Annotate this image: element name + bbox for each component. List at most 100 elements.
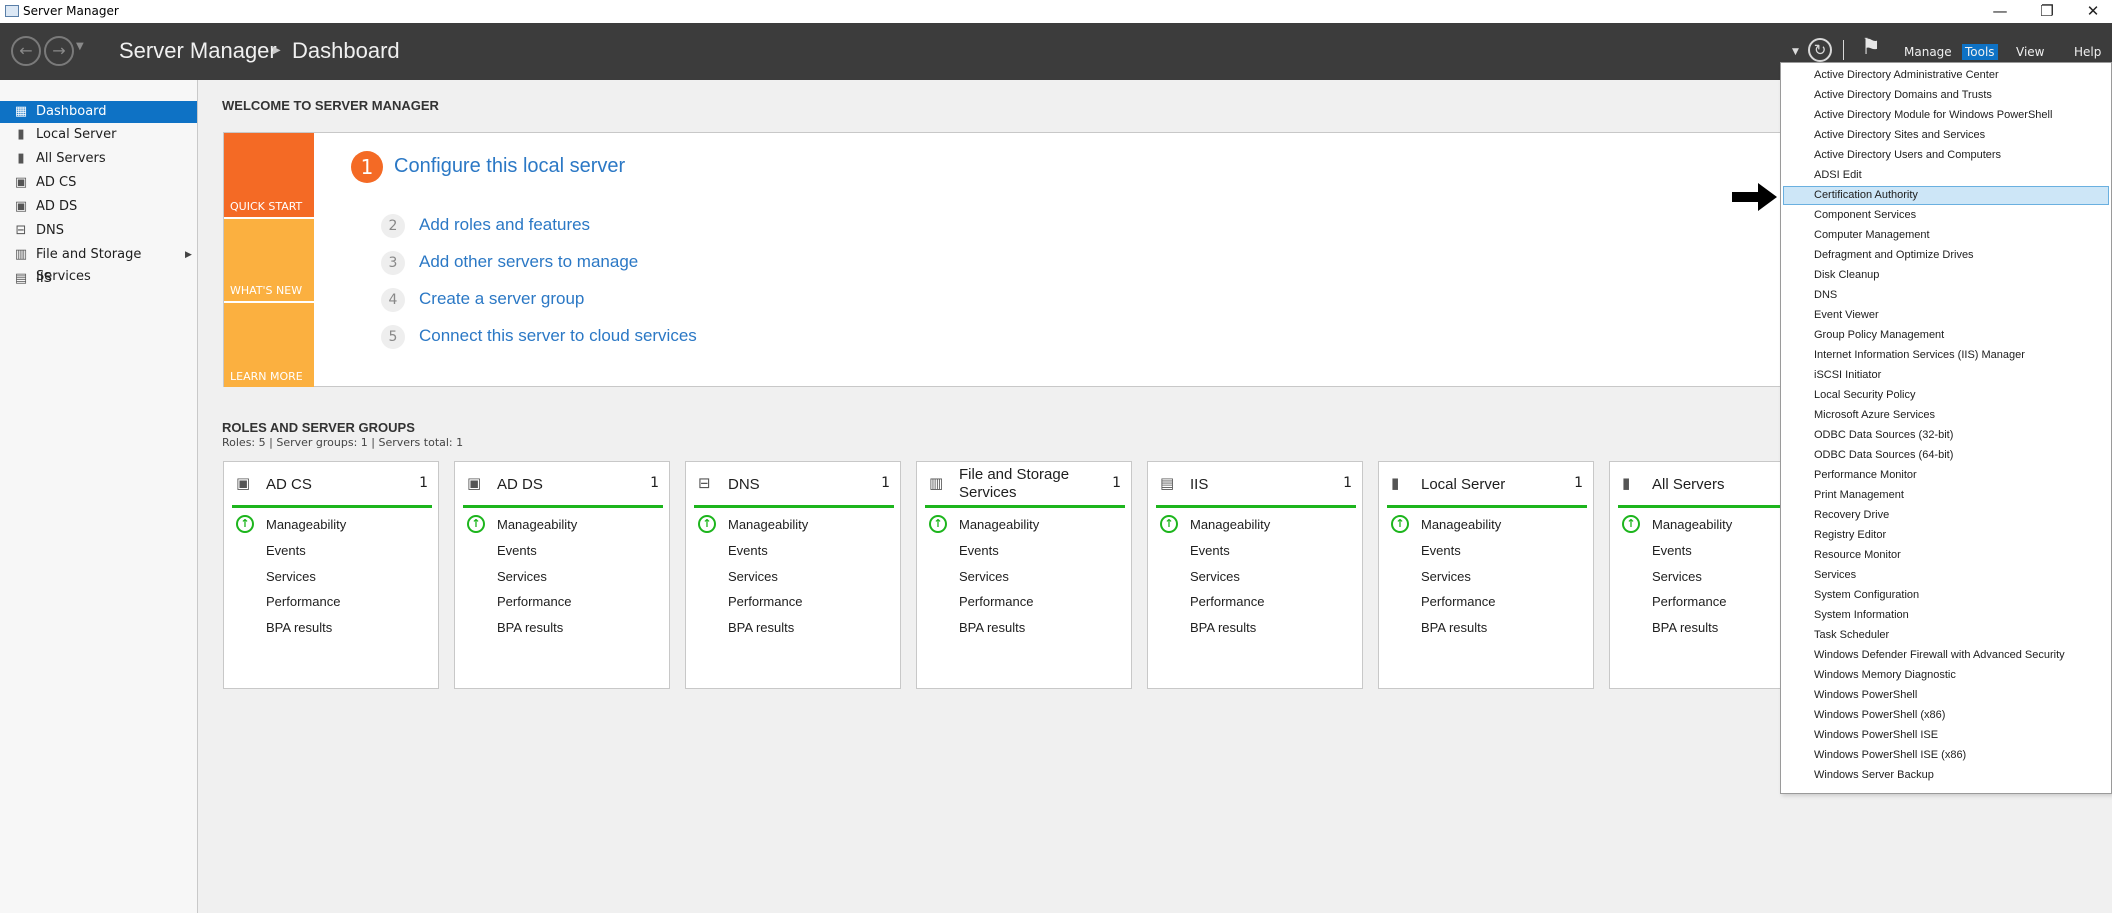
tools-item-computer-management[interactable]: Computer Management [1783, 226, 2109, 245]
card-row-bpa[interactable]: BPA results [497, 620, 563, 635]
learn-more-tile[interactable]: LEARN MORE [224, 303, 314, 387]
menu-help[interactable]: Help [2071, 44, 2104, 60]
role-card-dns[interactable]: ⊟ DNS 1 ↑ Manageability Events Services … [685, 461, 901, 689]
minimize-button[interactable]: — [1977, 0, 2023, 23]
close-button[interactable]: ✕ [2070, 0, 2112, 23]
card-row-manageability[interactable]: Manageability [266, 517, 346, 532]
card-row-services[interactable]: Services [1652, 569, 1702, 584]
tools-item-registry-editor[interactable]: Registry Editor [1783, 526, 2109, 545]
card-row-events[interactable]: Events [728, 543, 768, 558]
role-card-ad-ds[interactable]: ▣ AD DS 1 ↑ Manageability Events Service… [454, 461, 670, 689]
tools-item-powershell-ise[interactable]: Windows PowerShell ISE [1783, 726, 2109, 745]
tools-item-adsi-edit[interactable]: ADSI Edit [1783, 166, 2109, 185]
card-title[interactable]: AD DS [497, 476, 543, 494]
card-row-manageability[interactable]: Manageability [728, 517, 808, 532]
card-row-bpa[interactable]: BPA results [1190, 620, 1256, 635]
tools-item-iscsi-initiator[interactable]: iSCSI Initiator [1783, 366, 2109, 385]
card-row-bpa[interactable]: BPA results [1652, 620, 1718, 635]
card-row-bpa[interactable]: BPA results [959, 620, 1025, 635]
history-dropdown-icon[interactable]: ▼ [76, 41, 84, 52]
menu-tools[interactable]: Tools [1962, 44, 1998, 60]
tools-item-performance-monitor[interactable]: Performance Monitor [1783, 466, 2109, 485]
card-row-performance[interactable]: Performance [1421, 594, 1495, 609]
card-row-events[interactable]: Events [497, 543, 537, 558]
card-row-services[interactable]: Services [497, 569, 547, 584]
restore-button[interactable]: ❐ [2024, 0, 2070, 23]
card-row-bpa[interactable]: BPA results [1421, 620, 1487, 635]
refresh-icon[interactable]: ↻ [1808, 38, 1832, 62]
card-row-events[interactable]: Events [1190, 543, 1230, 558]
card-row-manageability[interactable]: Manageability [959, 517, 1039, 532]
card-row-events[interactable]: Events [959, 543, 999, 558]
card-title[interactable]: Local Server [1421, 476, 1505, 494]
tools-item-defender-firewall[interactable]: Windows Defender Firewall with Advanced … [1783, 646, 2109, 665]
card-row-services[interactable]: Services [266, 569, 316, 584]
card-row-performance[interactable]: Performance [959, 594, 1033, 609]
sidebar-item-local-server[interactable]: ▮ Local Server [0, 124, 197, 146]
sidebar-item-all-servers[interactable]: ▮ All Servers [0, 148, 197, 170]
card-row-services[interactable]: Services [1190, 569, 1240, 584]
tools-item-resource-monitor[interactable]: Resource Monitor [1783, 546, 2109, 565]
tools-item-powershell[interactable]: Windows PowerShell [1783, 686, 2109, 705]
tools-item-iis-manager[interactable]: Internet Information Services (IIS) Mana… [1783, 346, 2109, 365]
card-title[interactable]: All Servers [1652, 476, 1725, 494]
card-row-services[interactable]: Services [728, 569, 778, 584]
card-title[interactable]: AD CS [266, 476, 312, 494]
tools-item-defragment[interactable]: Defragment and Optimize Drives [1783, 246, 2109, 265]
tools-item-task-scheduler[interactable]: Task Scheduler [1783, 626, 2109, 645]
add-servers-link[interactable]: Add other servers to manage [419, 252, 638, 272]
menu-view[interactable]: View [2013, 44, 2047, 60]
connect-cloud-link[interactable]: Connect this server to cloud services [419, 326, 697, 346]
sidebar-item-file-storage[interactable]: ▥ File and Storage Services ▶ [0, 244, 197, 284]
add-roles-link[interactable]: Add roles and features [419, 215, 590, 235]
tools-item-ad-users-computers[interactable]: Active Directory Users and Computers [1783, 146, 2109, 165]
tools-item-system-configuration[interactable]: System Configuration [1783, 586, 2109, 605]
tools-item-ad-sites-services[interactable]: Active Directory Sites and Services [1783, 126, 2109, 145]
tools-item-local-security-policy[interactable]: Local Security Policy [1783, 386, 2109, 405]
sidebar-item-ad-ds[interactable]: ▣ AD DS [0, 196, 197, 218]
tools-item-group-policy[interactable]: Group Policy Management [1783, 326, 2109, 345]
header-dropdown-icon[interactable]: ▼ [1792, 47, 1799, 57]
notifications-flag-icon[interactable]: ⚑ [1861, 35, 1881, 60]
tools-item-server-backup[interactable]: Windows Server Backup [1783, 766, 2109, 785]
whats-new-tile[interactable]: WHAT'S NEW [224, 219, 314, 301]
sidebar-item-dashboard[interactable]: ▦ Dashboard [0, 101, 197, 123]
tools-item-ad-admin-center[interactable]: Active Directory Administrative Center [1783, 66, 2109, 85]
forward-arrow-icon[interactable]: → [44, 36, 74, 66]
tools-item-services[interactable]: Services [1783, 566, 2109, 585]
tools-item-odbc-64[interactable]: ODBC Data Sources (64-bit) [1783, 446, 2109, 465]
sidebar-item-dns[interactable]: ⊟ DNS [0, 220, 197, 242]
card-row-manageability[interactable]: Manageability [497, 517, 577, 532]
tools-item-system-information[interactable]: System Information [1783, 606, 2109, 625]
sidebar-item-ad-cs[interactable]: ▣ AD CS [0, 172, 197, 194]
card-title[interactable]: DNS [728, 476, 760, 494]
card-row-performance[interactable]: Performance [497, 594, 571, 609]
role-card-iis[interactable]: ▤ IIS 1 ↑ Manageability Events Services … [1147, 461, 1363, 689]
tools-item-azure-services[interactable]: Microsoft Azure Services [1783, 406, 2109, 425]
card-row-bpa[interactable]: BPA results [266, 620, 332, 635]
tools-item-ad-domains-trusts[interactable]: Active Directory Domains and Trusts [1783, 86, 2109, 105]
sidebar-item-iis[interactable]: ▤ IIS [0, 268, 197, 290]
card-title[interactable]: IIS [1190, 476, 1208, 494]
tools-item-odbc-32[interactable]: ODBC Data Sources (32-bit) [1783, 426, 2109, 445]
card-row-manageability[interactable]: Manageability [1421, 517, 1501, 532]
configure-local-server-link[interactable]: Configure this local server [394, 155, 625, 178]
card-title[interactable]: File and Storage Services [959, 466, 1089, 502]
tools-item-event-viewer[interactable]: Event Viewer [1783, 306, 2109, 325]
role-card-local-server[interactable]: ▮ Local Server 1 ↑ Manageability Events … [1378, 461, 1594, 689]
tools-item-dns[interactable]: DNS [1783, 286, 2109, 305]
tools-item-ad-powershell-module[interactable]: Active Directory Module for Windows Powe… [1783, 106, 2109, 125]
card-row-events[interactable]: Events [1421, 543, 1461, 558]
card-row-services[interactable]: Services [959, 569, 1009, 584]
tools-item-disk-cleanup[interactable]: Disk Cleanup [1783, 266, 2109, 285]
card-row-performance[interactable]: Performance [1652, 594, 1726, 609]
card-row-performance[interactable]: Performance [1190, 594, 1264, 609]
card-row-services[interactable]: Services [1421, 569, 1471, 584]
tools-item-memory-diagnostic[interactable]: Windows Memory Diagnostic [1783, 666, 2109, 685]
role-card-ad-cs[interactable]: ▣ AD CS 1 ↑ Manageability Events Service… [223, 461, 439, 689]
tools-item-powershell-ise-x86[interactable]: Windows PowerShell ISE (x86) [1783, 746, 2109, 765]
card-row-events[interactable]: Events [266, 543, 306, 558]
role-card-file-storage[interactable]: ▥ File and Storage Services 1 ↑ Manageab… [916, 461, 1132, 689]
card-row-events[interactable]: Events [1652, 543, 1692, 558]
tools-item-component-services[interactable]: Component Services [1783, 206, 2109, 225]
